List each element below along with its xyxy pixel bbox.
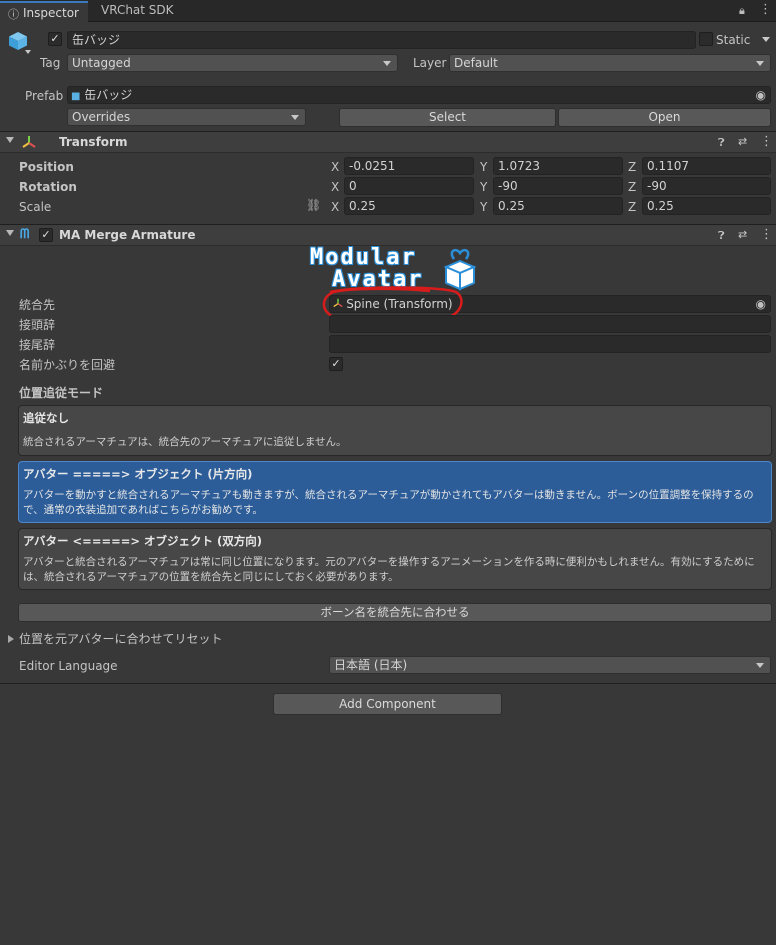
- mode-option-two-way[interactable]: アバター <=====> オブジェクト (双方向) アバターと統合されるアーマチ…: [18, 528, 772, 590]
- prefix-field[interactable]: [329, 315, 771, 333]
- mode-one-way-desc: アバターを動かすと統合されるアーマチュアも動きますが、統合されるアーマチュアが動…: [23, 489, 754, 516]
- active-checkbox[interactable]: ✓: [48, 32, 62, 46]
- transform-title: Transform: [59, 135, 128, 149]
- tab-inspector-label: Inspector: [23, 6, 79, 20]
- overrides-dropdown[interactable]: Overrides: [67, 108, 306, 126]
- scale-y-label[interactable]: Y: [480, 199, 487, 215]
- select-button[interactable]: Select: [339, 108, 556, 127]
- prefab-field[interactable]: ■ 缶バッジ ◉: [67, 86, 771, 104]
- position-z-label[interactable]: Z: [628, 159, 636, 175]
- tab-menu-icon[interactable]: ⋮: [759, 2, 772, 17]
- merge-foldout-icon[interactable]: [6, 230, 14, 236]
- static-checkbox[interactable]: [699, 32, 713, 46]
- lock-icon[interactable]: 🔒︎: [739, 4, 745, 18]
- mode-heading: 位置追従モード: [19, 386, 104, 400]
- editor-language-label: Editor Language: [19, 659, 118, 673]
- component-divider: [0, 683, 776, 684]
- overrides-label: Overrides: [72, 110, 131, 124]
- position-x-field[interactable]: -0.0251: [344, 157, 474, 175]
- transform-axes-icon: [22, 135, 36, 152]
- target-label: 統合先: [19, 298, 56, 312]
- position-x-label[interactable]: X: [331, 159, 339, 175]
- prefix-label: 接頭辞: [19, 318, 56, 332]
- editor-language-dropdown[interactable]: 日本語 (日本): [329, 656, 771, 674]
- reset-foldout-arrow-icon: [8, 635, 14, 643]
- add-component-button[interactable]: Add Component: [273, 693, 502, 715]
- layer-label: Layer: [413, 56, 447, 70]
- mode-none-title: 追従なし: [23, 411, 69, 425]
- scale-label: Scale: [19, 200, 52, 214]
- merge-enabled-checkbox[interactable]: ✓: [39, 228, 53, 242]
- modular-avatar-script-icon: ᗰ: [20, 227, 30, 242]
- rotation-y-label[interactable]: Y: [480, 179, 487, 195]
- mode-two-way-title: アバター <=====> オブジェクト (双方向): [23, 534, 263, 548]
- merge-help-icon[interactable]: ❓︎: [718, 229, 725, 243]
- mode-two-way-desc: アバターと統合されるアーマチュアは常に同じ位置になります。元のアバターを操作する…: [23, 556, 755, 583]
- prefab-label: Prefab: [25, 89, 64, 103]
- tab-vrchat-sdk-label: VRChat SDK: [101, 3, 174, 17]
- transform-help-icon[interactable]: ❓︎: [718, 136, 725, 150]
- rotation-label: Rotation: [19, 180, 77, 194]
- scale-x-label[interactable]: X: [331, 199, 339, 215]
- static-dropdown-arrow-icon[interactable]: [762, 37, 770, 42]
- layer-chevron-down-icon: [756, 61, 764, 66]
- tab-vrchat-sdk[interactable]: VRChat SDK: [92, 3, 174, 21]
- transform-menu-icon[interactable]: ⋮: [760, 135, 773, 149]
- position-y-field[interactable]: 1.0723: [493, 157, 623, 175]
- mode-none-desc: 統合されるアーマチュアは、統合先のアーマチュアに追従しません。: [23, 436, 347, 448]
- tag-dropdown[interactable]: Untagged: [67, 54, 398, 72]
- rotation-x-label[interactable]: X: [331, 179, 339, 195]
- avoid-name-collision-checkbox[interactable]: ✓: [329, 357, 343, 371]
- language-chevron-down-icon: [756, 663, 764, 668]
- merge-menu-icon[interactable]: ⋮: [760, 228, 773, 242]
- transform-header[interactable]: Transform ❓︎ ⇄ ⋮: [0, 131, 776, 153]
- scale-constrain-link-icon[interactable]: ⛓︎: [306, 198, 321, 212]
- static-label: Static: [716, 33, 751, 47]
- position-z-field[interactable]: 0.1107: [642, 157, 771, 175]
- inspector-tab-icon: ⓘ: [8, 8, 19, 21]
- prefab-icon: ■: [71, 91, 81, 102]
- suffix-field[interactable]: [329, 335, 771, 353]
- overrides-chevron-down-icon: [291, 115, 299, 120]
- icon-dropdown-arrow-icon[interactable]: [25, 50, 31, 54]
- layer-dropdown[interactable]: Default: [449, 54, 771, 72]
- prefab-value: 缶バッジ: [84, 88, 133, 102]
- merge-armature-header[interactable]: ᗰ ✓ MA Merge Armature ❓︎ ⇄ ⋮: [0, 224, 776, 246]
- object-name-field[interactable]: 缶バッジ: [67, 31, 696, 49]
- tag-label: Tag: [40, 56, 61, 70]
- mode-option-one-way[interactable]: アバター =====> オブジェクト (片方向) アバターを動かすと統合されるア…: [18, 461, 772, 523]
- transform-foldout-icon[interactable]: [6, 137, 14, 143]
- mode-option-none[interactable]: 追従なし 統合されるアーマチュアは、統合先のアーマチュアに追従しません。: [18, 405, 772, 456]
- rotation-x-field[interactable]: 0: [344, 177, 474, 195]
- reset-foldout-label: 位置を元アバターに合わせてリセット: [19, 632, 223, 646]
- rename-bones-button[interactable]: ボーン名を統合先に合わせる: [18, 603, 772, 622]
- tab-inspector[interactable]: ⓘ Inspector: [0, 1, 88, 23]
- scale-x-field[interactable]: 0.25: [344, 197, 474, 215]
- avoid-name-collision-label: 名前かぶりを回避: [19, 358, 116, 372]
- tag-chevron-down-icon: [383, 61, 391, 66]
- rotation-y-field[interactable]: -90: [493, 177, 623, 195]
- scale-z-label[interactable]: Z: [628, 199, 636, 215]
- merge-title: MA Merge Armature: [59, 228, 196, 242]
- mode-one-way-title: アバター =====> オブジェクト (片方向): [23, 467, 253, 481]
- position-label: Position: [19, 160, 74, 174]
- rotation-z-field[interactable]: -90: [642, 177, 771, 195]
- scale-y-field[interactable]: 0.25: [493, 197, 623, 215]
- suffix-label: 接尾辞: [19, 338, 56, 352]
- editor-language-value: 日本語 (日本): [334, 658, 408, 672]
- position-y-label[interactable]: Y: [480, 159, 487, 175]
- open-button[interactable]: Open: [558, 108, 771, 127]
- prefab-picker-icon[interactable]: ◉: [756, 87, 766, 103]
- transform-presets-icon[interactable]: ⇄: [738, 135, 747, 149]
- target-picker-icon[interactable]: ◉: [756, 296, 766, 312]
- gameobject-icon: [7, 30, 29, 52]
- merge-presets-icon[interactable]: ⇄: [738, 228, 747, 242]
- rotation-z-label[interactable]: Z: [628, 179, 636, 195]
- scale-z-field[interactable]: 0.25: [642, 197, 771, 215]
- tag-value: Untagged: [72, 56, 131, 70]
- layer-value: Default: [454, 56, 498, 70]
